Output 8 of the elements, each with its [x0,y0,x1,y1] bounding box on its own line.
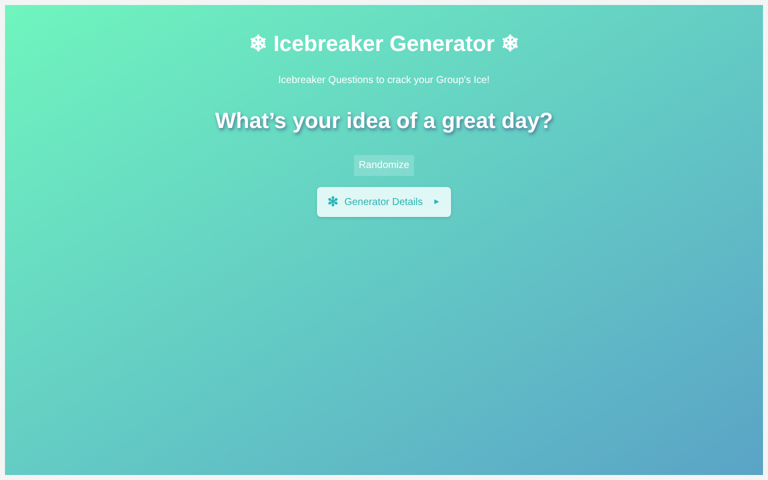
randomize-button[interactable]: Randomize [354,155,414,176]
disclosure-marker: ► [432,196,441,208]
snowflake-icon: ✻ [327,192,338,212]
page-title: ❄ Icebreaker Generator ❄ [249,31,519,57]
details-label: Generator Details [344,196,423,210]
question-text: What’s your idea of a great day? [215,107,553,135]
subtitle: Icebreaker Questions to crack your Group's Ice! [278,74,490,88]
details-toggle[interactable]: ✻ Generator Details ► [317,187,451,217]
